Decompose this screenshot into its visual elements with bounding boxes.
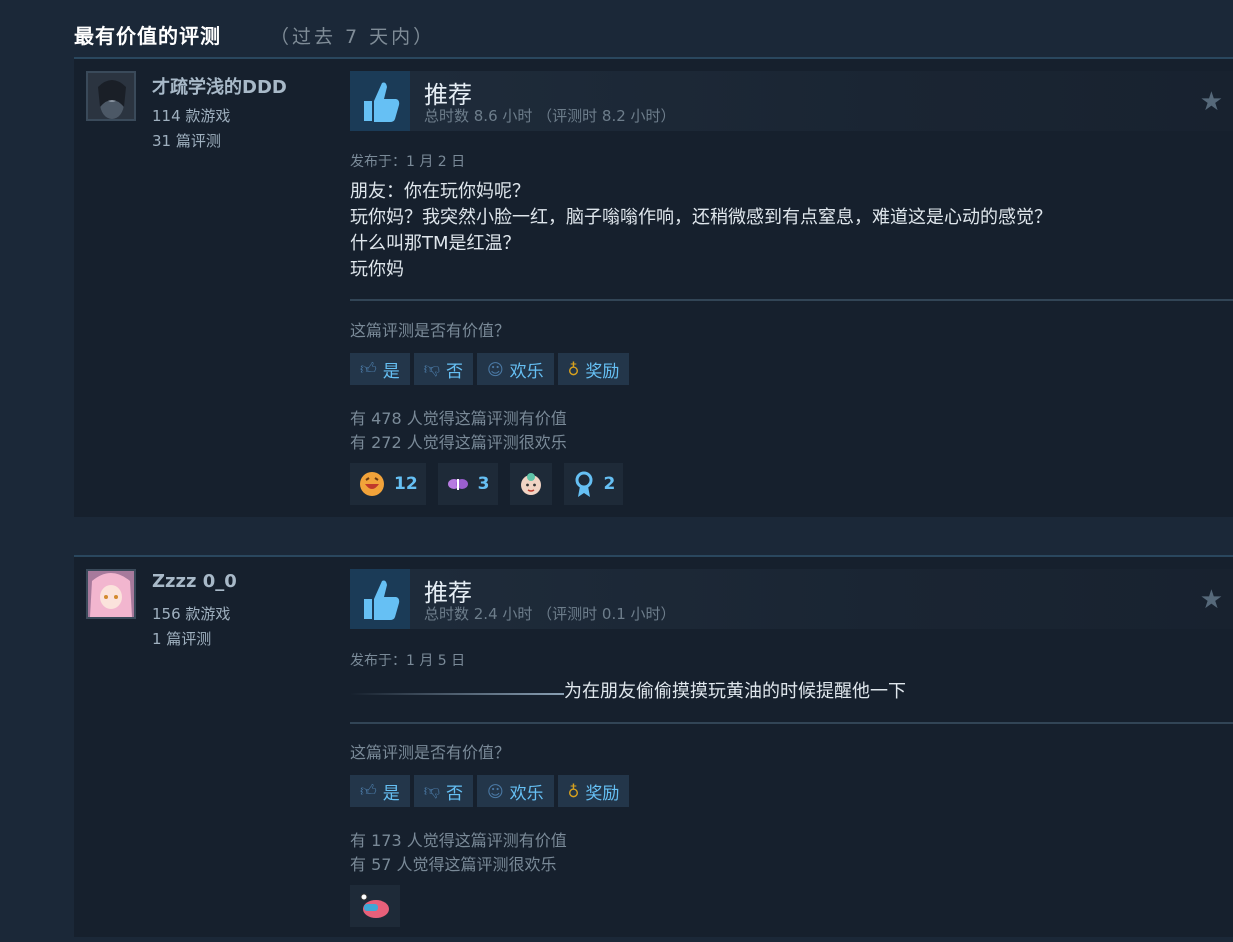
award-count: 2: [603, 474, 616, 494]
ribbon-medal-icon: [575, 471, 593, 497]
review-line: 朋友：你在玩你妈呢？: [350, 181, 530, 202]
decorative-line: [350, 693, 564, 695]
yes-label: 是: [382, 361, 400, 382]
awards-row: [350, 885, 400, 927]
helpful-counts: 有 478 人觉得这篇评测有价值 有 272 人觉得这篇评测很欢乐: [350, 407, 567, 455]
review-line: 玩你妈？我突然小脸一红，脑子嗡嗡作响，还稍微感到有点窒息，难道这是心动的感觉？: [350, 207, 1052, 228]
star-icon[interactable]: ★: [1200, 87, 1223, 117]
brain-goggles-icon: [360, 893, 389, 918]
award-label: 奖励: [585, 361, 620, 382]
no-label: 否: [445, 783, 463, 804]
no-label: 否: [445, 361, 463, 382]
star-icon[interactable]: ★: [1200, 585, 1223, 615]
username[interactable]: 才疏学浅的DDD: [152, 73, 287, 99]
funny-button[interactable]: ☺ 欢乐: [476, 775, 554, 807]
thumbs-up-icon: [350, 71, 410, 131]
helpful-counts: 有 173 人觉得这篇评测有价值 有 57 人觉得这篇评测很欢乐: [350, 829, 567, 877]
award-badge[interactable]: 12: [350, 463, 426, 505]
laughing-face-icon: [360, 472, 384, 496]
award-count: 3: [477, 474, 490, 494]
thumbs-down-icon: 👎︎: [423, 359, 440, 378]
review-line: 玩你妈: [350, 259, 404, 280]
divider: [350, 722, 1233, 724]
awards-row: 12 3 2: [350, 463, 624, 505]
user-game-count[interactable]: 156 款游戏: [152, 603, 230, 624]
award-badge[interactable]: 2: [563, 463, 624, 505]
review-separator: [74, 517, 1233, 555]
helpful-count: 有 478 人觉得这篇评测有价值: [350, 409, 567, 428]
user-game-count[interactable]: 114 款游戏: [152, 105, 230, 126]
no-button[interactable]: 👎︎ 否: [413, 775, 473, 807]
helpful-question: 这篇评测是否有价值？: [350, 743, 511, 762]
funny-label: 欢乐: [509, 783, 544, 804]
no-button[interactable]: 👎︎ 否: [413, 353, 473, 385]
posted-date: 发布于：1 月 2 日: [350, 154, 466, 170]
avatar[interactable]: [86, 569, 136, 619]
review-line: 为在朋友偷偷摸摸玩黄油的时候提醒他一下: [564, 681, 906, 702]
award-badge[interactable]: 3: [437, 463, 498, 505]
award-count: 12: [394, 474, 418, 494]
award-ribbon-icon: ♁: [567, 781, 580, 801]
yes-label: 是: [382, 783, 400, 804]
baby-face-icon: [520, 473, 541, 495]
funny-count: 有 272 人觉得这篇评测很欢乐: [350, 433, 567, 452]
thumbs-down-icon: 👎︎: [423, 781, 440, 800]
award-button[interactable]: ♁ 奖励: [557, 353, 630, 385]
funny-count: 有 57 人觉得这篇评测很欢乐: [350, 855, 557, 874]
section-subtitle: （过去 7 天内）: [270, 26, 436, 48]
funny-button[interactable]: ☺ 欢乐: [476, 353, 554, 385]
thumbs-up-icon: 👍︎: [360, 781, 377, 800]
helpful-question: 这篇评测是否有价值？: [350, 321, 511, 340]
helpful-count: 有 173 人觉得这篇评测有价值: [350, 831, 567, 850]
username[interactable]: Zzzz 0_0: [152, 571, 237, 592]
rating-buttons: 👍︎ 是 👎︎ 否 ☺ 欢乐 ♁ 奖励: [350, 353, 630, 385]
award-badge[interactable]: [509, 463, 552, 505]
review-card: Zzzz 0_0 156 款游戏 1 篇评测 推荐 总时数 2.4 小时 （评测…: [74, 555, 1233, 937]
review-card: 才疏学浅的DDD 114 款游戏 31 篇评测 推荐 总时数 8.6 小时 （评…: [74, 57, 1233, 519]
yes-button[interactable]: 👍︎ 是: [350, 775, 410, 807]
posted-date: 发布于：1 月 5 日: [350, 653, 466, 669]
divider: [350, 299, 1233, 301]
award-button[interactable]: ♁ 奖励: [557, 775, 630, 807]
yes-button[interactable]: 👍︎ 是: [350, 353, 410, 385]
vote-header[interactable]: 推荐 总时数 8.6 小时 （评测时 8.2 小时） ★: [350, 71, 1233, 131]
playtime: 总时数 8.6 小时 （评测时 8.2 小时）: [424, 107, 676, 125]
thumbs-up-icon: 👍︎: [360, 359, 377, 378]
avatar[interactable]: [86, 71, 136, 121]
user-review-count[interactable]: 1 篇评测: [152, 628, 211, 649]
smiley-icon: ☺: [486, 359, 504, 379]
award-ribbon-icon: ♁: [567, 359, 580, 379]
review-body: 朋友：你在玩你妈呢？ 玩你妈？我突然小脸一红，脑子嗡嗡作响，还稍微感到有点窒息，…: [350, 179, 1052, 283]
review-body: 为在朋友偷偷摸摸玩黄油的时候提醒他一下: [564, 679, 906, 705]
award-badge[interactable]: [350, 885, 400, 927]
user-review-count[interactable]: 31 篇评测: [152, 130, 221, 151]
section-title: 最有价值的评测: [74, 24, 221, 48]
thumbs-up-icon: [350, 569, 410, 629]
vote-header[interactable]: 推荐 总时数 2.4 小时 （评测时 0.1 小时） ★: [350, 569, 1233, 629]
funny-label: 欢乐: [509, 361, 544, 382]
rating-buttons: 👍︎ 是 👎︎ 否 ☺ 欢乐 ♁ 奖励: [350, 775, 630, 807]
smiley-icon: ☺: [486, 781, 504, 801]
playtime: 总时数 2.4 小时 （评测时 0.1 小时）: [424, 605, 676, 623]
award-label: 奖励: [585, 783, 620, 804]
butterfly-icon: [447, 479, 468, 490]
review-line: 什么叫那TM是红温？: [350, 233, 521, 254]
